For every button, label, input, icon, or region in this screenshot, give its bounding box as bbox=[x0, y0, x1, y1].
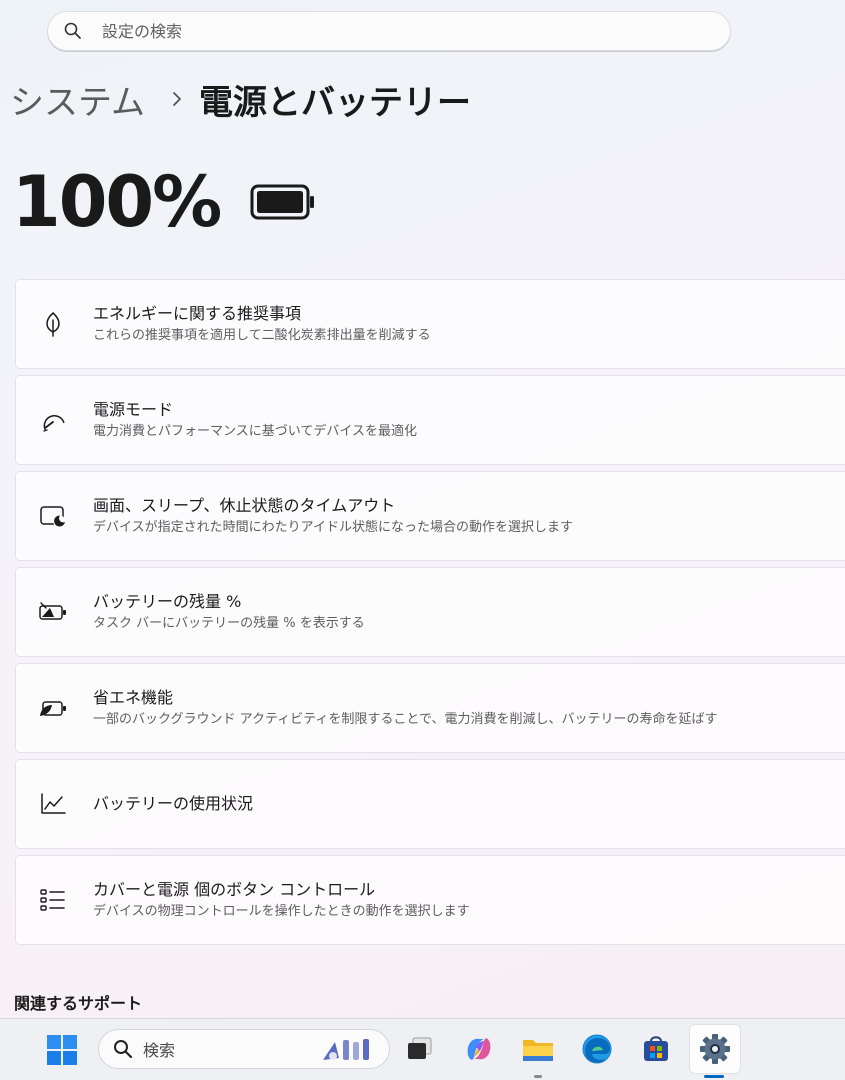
chevron-right-icon bbox=[171, 90, 183, 108]
taskbar-search-box[interactable]: 検索 bbox=[98, 1029, 390, 1069]
taskbar-file-explorer[interactable] bbox=[520, 1031, 556, 1067]
search-icon bbox=[114, 1040, 133, 1059]
card-title: 画面、スリープ、休止状態のタイムアウト bbox=[93, 495, 396, 515]
screen-sleep-icon bbox=[38, 501, 68, 531]
card-lid-power-button-controls[interactable]: カバーと電源 個のボタン コントロール デバイスの物理コントロールを操作したとき… bbox=[15, 855, 845, 945]
settings-search-box[interactable] bbox=[47, 11, 731, 51]
card-subtitle: これらの推奨事項を適用して二酸化炭素排出量を削減する bbox=[93, 327, 431, 343]
leaf-icon bbox=[38, 309, 68, 339]
battery-status: 100% bbox=[12, 160, 316, 244]
line-chart-icon bbox=[38, 789, 68, 819]
card-battery-saver[interactable]: 省エネ機能 一部のバックグラウンド アクティビティを制限することで、電力消費を削… bbox=[15, 663, 845, 753]
card-title: バッテリーの残量 % bbox=[93, 591, 242, 611]
card-battery-usage[interactable]: バッテリーの使用状況 bbox=[15, 759, 845, 849]
card-subtitle: デバイスが指定された時間にわたりアイドル状態になった場合の動作を選択します bbox=[93, 519, 573, 535]
card-title: エネルギーに関する推奨事項 bbox=[93, 303, 302, 323]
taskbar-task-view[interactable] bbox=[401, 1031, 437, 1067]
battery-saver-icon bbox=[38, 693, 68, 723]
card-title: 電源モード bbox=[93, 399, 174, 419]
task-view-icon bbox=[408, 1037, 432, 1059]
list-icon bbox=[38, 885, 68, 915]
card-subtitle: 一部のバックグラウンド アクティビティを制限することで、電力消費を削減し、バッテ… bbox=[93, 711, 718, 727]
card-screen-sleep-timeouts[interactable]: 画面、スリープ、休止状態のタイムアウト デバイスが指定された時間にわたりアイドル… bbox=[15, 471, 845, 561]
card-power-mode[interactable]: 電源モード 電力消費とパフォーマンスに基づいてデバイスを最適化 bbox=[15, 375, 845, 465]
taskbar: 検索 bbox=[0, 1018, 845, 1080]
copilot-icon bbox=[467, 1038, 491, 1060]
taskbar-copilot[interactable] bbox=[461, 1031, 497, 1067]
taskbar-edge[interactable] bbox=[579, 1031, 615, 1067]
battery-percent-icon bbox=[38, 597, 68, 627]
card-battery-percentage[interactable]: バッテリーの残量 % タスク バーにバッテリーの残量 % を表示する bbox=[15, 567, 845, 657]
taskbar-settings[interactable] bbox=[697, 1031, 733, 1067]
store-icon bbox=[644, 1036, 668, 1061]
card-title: 省エネ機能 bbox=[93, 687, 174, 707]
settings-icon bbox=[700, 1034, 730, 1064]
start-button[interactable] bbox=[46, 1034, 78, 1070]
card-title: カバーと電源 個のボタン コントロール bbox=[93, 879, 376, 899]
speedometer-icon bbox=[38, 405, 68, 435]
card-energy-recommendations[interactable]: エネルギーに関する推奨事項 これらの推奨事項を適用して二酸化炭素排出量を削減する bbox=[15, 279, 845, 369]
search-highlight-decoration-icon bbox=[323, 1039, 369, 1060]
page-title: 電源とバッテリー bbox=[198, 82, 471, 123]
battery-full-icon bbox=[250, 184, 315, 220]
breadcrumb: システム 電源とバッテリー bbox=[10, 74, 471, 124]
settings-cards: エネルギーに関する推奨事項 これらの推奨事項を適用して二酸化炭素排出量を削減する… bbox=[15, 279, 845, 951]
taskbar-search-label: 検索 bbox=[143, 1041, 176, 1060]
taskbar-microsoft-store[interactable] bbox=[638, 1031, 674, 1067]
card-subtitle: 電力消費とパフォーマンスに基づいてデバイスを最適化 bbox=[93, 423, 417, 439]
search-icon bbox=[64, 22, 81, 39]
running-indicator-settings bbox=[704, 1075, 724, 1078]
windows-logo-icon bbox=[47, 1035, 77, 1065]
related-support-heading: 関連するサポート bbox=[14, 994, 143, 1013]
edge-icon bbox=[582, 1034, 612, 1064]
running-indicator-copilot bbox=[534, 1075, 542, 1078]
card-subtitle: デバイスの物理コントロールを操作したときの動作を選択します bbox=[93, 903, 470, 919]
card-subtitle: タスク バーにバッテリーの残量 % を表示する bbox=[93, 615, 365, 631]
file-explorer-icon bbox=[523, 1040, 553, 1061]
card-title: バッテリーの使用状況 bbox=[93, 794, 254, 813]
battery-percent-text: 100% bbox=[12, 161, 222, 243]
breadcrumb-parent-system[interactable]: システム bbox=[10, 75, 145, 124]
search-input[interactable] bbox=[100, 20, 664, 42]
